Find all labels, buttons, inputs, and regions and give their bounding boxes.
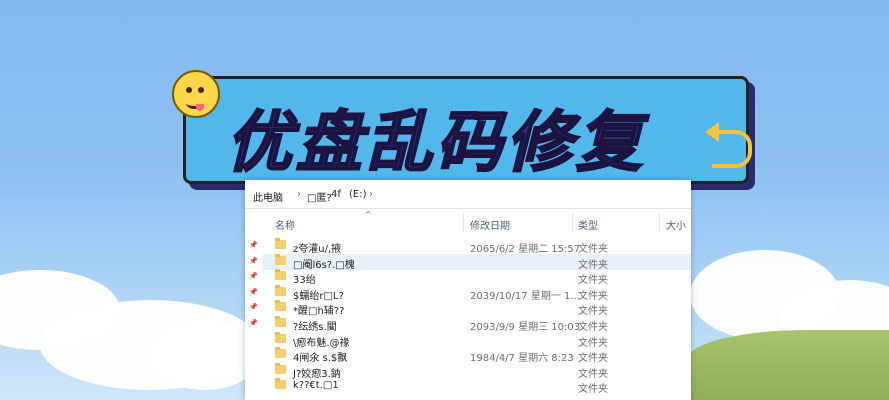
title-banner: 优盘乱码修复	[183, 76, 749, 184]
folder-icon	[275, 253, 286, 265]
grass-hill	[689, 330, 889, 400]
table-row[interactable]: \瘛布魅.@禒 文件夹	[263, 331, 691, 349]
pin-icon: 📌	[249, 256, 258, 265]
column-header: ^ 名称 修改日期 类型 大小	[245, 210, 691, 234]
chevron-right-icon: ›	[369, 189, 373, 200]
file-type: 文件夹	[578, 384, 608, 396]
file-explorer-window: 此电脑 › □匿? 4f (E:) › ^ 名称 修改日期 类型 大小 📌 z夸灌…	[245, 180, 691, 400]
folder-icon	[275, 362, 286, 374]
folder-icon	[275, 331, 286, 343]
breadcrumb-item[interactable]: (E:)	[349, 189, 367, 200]
chevron-right-icon: ›	[297, 189, 301, 200]
table-row[interactable]: □阉l6s?.□槐 文件夹	[263, 253, 691, 271]
folder-icon	[275, 347, 286, 359]
pin-icon: 📌	[249, 287, 258, 296]
table-row[interactable]: J?姣瘛3.鈉 文件夹	[263, 362, 691, 380]
table-row[interactable]: *醒□h辅?? 文件夹	[263, 300, 691, 317]
column-date[interactable]: 修改日期	[470, 217, 510, 232]
column-type[interactable]: 类型	[578, 217, 598, 232]
sort-up-icon: ^	[365, 210, 372, 219]
table-row[interactable]: ?纭绣s.閵 2093/9/9 星期三 10:03 文件夹	[263, 316, 691, 333]
folder-icon	[275, 269, 286, 281]
folder-icon	[275, 378, 286, 390]
arrow-head-icon	[705, 122, 719, 142]
banner-title: 优盘乱码修复	[225, 103, 646, 182]
column-size[interactable]: 大小	[666, 217, 686, 232]
breadcrumb: 此电脑 › □匿? 4f (E:) ›	[245, 180, 691, 209]
pin-icon: 📌	[249, 272, 258, 281]
breadcrumb-item[interactable]: 4f	[331, 189, 341, 200]
breadcrumb-item[interactable]: 此电脑	[253, 189, 283, 204]
table-row[interactable]: $蠕绐r□L? 2039/10/17 星期一 1... 文件夹	[263, 284, 691, 302]
pin-icon: 📌	[249, 303, 258, 312]
breadcrumb-item[interactable]: □匿?	[307, 189, 332, 204]
table-row[interactable]: 4闸氽 s.$飘 1984/4/7 星期六 8:23 文件夹	[263, 347, 691, 364]
pin-icon: 📌	[249, 319, 258, 327]
folder-icon	[275, 284, 286, 296]
cloud	[150, 320, 260, 390]
column-name[interactable]: 名称	[275, 217, 295, 232]
file-name: k??€t.□1	[293, 380, 339, 392]
folder-icon	[275, 316, 286, 327]
table-row[interactable]: 33绐 文件夹	[263, 269, 691, 286]
smiley-icon	[172, 70, 220, 118]
folder-icon	[275, 238, 286, 249]
folder-icon	[275, 300, 286, 312]
table-row[interactable]: k??€t.□1 文件夹	[263, 378, 691, 396]
table-row[interactable]: z夸灌u/,掖 2065/6/2 星期二 15:57 文件夹	[263, 238, 691, 255]
pin-icon: 📌	[249, 241, 258, 249]
